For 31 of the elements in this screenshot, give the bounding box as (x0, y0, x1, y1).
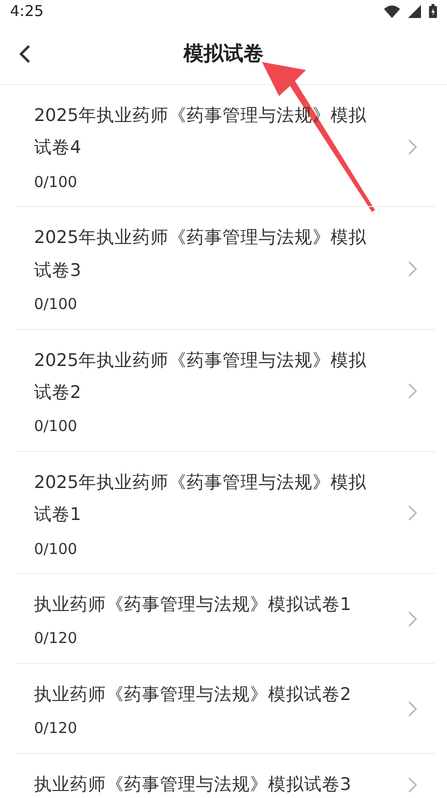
paper-item[interactable]: 执业药师《药事管理与法规》模拟试卷2 0/120 (16, 664, 435, 754)
paper-item[interactable]: 2025年执业药师《药事管理与法规》模拟试卷3 0/100 (16, 207, 435, 330)
paper-title: 执业药师《药事管理与法规》模拟试卷2 (34, 684, 352, 707)
status-time: 4:25 (10, 0, 44, 22)
signal-icon (408, 4, 421, 18)
chevron-icon (408, 383, 417, 400)
chevron-icon (408, 701, 417, 718)
paper-title: 执业药师《药事管理与法规》模拟试卷3 (34, 774, 352, 797)
page-title: 模拟试卷 (184, 40, 264, 67)
paper-item[interactable]: 执业药师《药事管理与法规》模拟试卷3 (16, 754, 435, 798)
paper-title: 2025年执业药师《药事管理与法规》模拟试卷3 (34, 227, 368, 283)
paper-item[interactable]: 执业药师《药事管理与法规》模拟试卷1 0/120 (16, 574, 435, 664)
paper-item[interactable]: 2025年执业药师《药事管理与法规》模拟试卷1 0/100 (16, 452, 435, 574)
chevron-icon (408, 505, 417, 522)
paper-score: 0/100 (34, 294, 78, 315)
paper-score: 0/100 (34, 172, 78, 193)
chevron-icon (408, 260, 417, 277)
paper-score: 0/100 (34, 416, 78, 438)
chevron-icon (408, 138, 417, 155)
paper-title: 2025年执业药师《药事管理与法规》模拟试卷1 (34, 472, 368, 528)
paper-score: 0/120 (34, 628, 78, 650)
paper-score: 0/100 (34, 538, 78, 560)
back-icon (18, 44, 32, 64)
paper-title: 2025年执业药师《药事管理与法规》模拟试卷2 (34, 350, 368, 405)
chevron-icon (408, 776, 417, 793)
battery-icon (429, 4, 437, 18)
paper-title: 执业药师《药事管理与法规》模拟试卷1 (34, 594, 352, 617)
paper-score: 0/120 (34, 718, 78, 740)
paper-item[interactable]: 2025年执业药师《药事管理与法规》模拟试卷2 0/100 (16, 330, 435, 452)
wifi-icon (384, 4, 400, 18)
chevron-icon (408, 611, 417, 628)
